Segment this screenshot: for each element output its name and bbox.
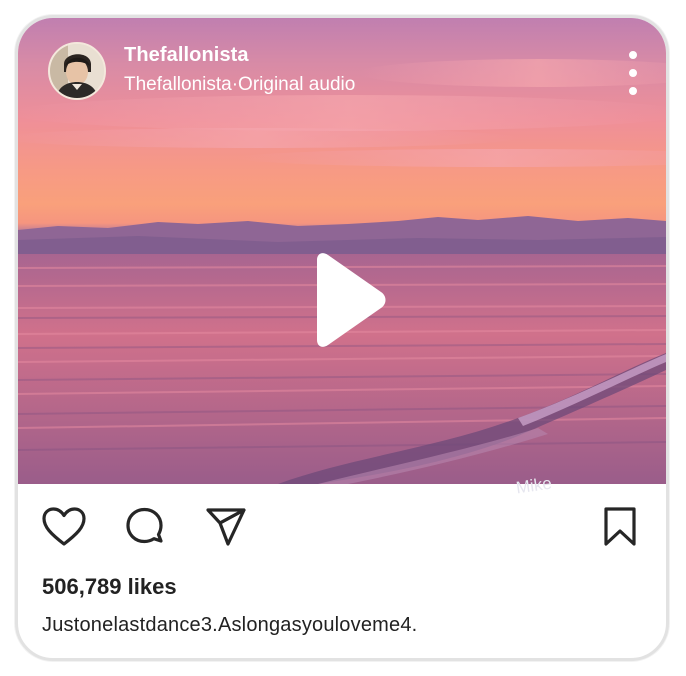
bookmark-icon bbox=[604, 507, 636, 546]
paper-plane-icon bbox=[206, 508, 246, 546]
audio-attribution[interactable]: Thefallonista·Original audio bbox=[124, 71, 355, 99]
vertical-ellipsis-icon bbox=[629, 51, 637, 59]
avatar[interactable] bbox=[48, 42, 106, 100]
post-card: Thefallonista Thefallonista·Original aud… bbox=[15, 15, 669, 661]
ellipsis-dot bbox=[629, 69, 637, 77]
post-header: Thefallonista Thefallonista·Original aud… bbox=[48, 42, 355, 100]
heart-icon bbox=[42, 507, 86, 546]
post-caption: Justonelastdance3.Aslongasyouloveme4. bbox=[42, 614, 418, 636]
more-options-button[interactable] bbox=[626, 51, 640, 95]
like-count[interactable]: 506,789 likes bbox=[42, 574, 177, 600]
ellipsis-dot bbox=[629, 87, 637, 95]
like-button[interactable] bbox=[40, 504, 88, 550]
comment-icon bbox=[126, 507, 163, 544]
share-button[interactable] bbox=[202, 504, 250, 550]
comment-button[interactable] bbox=[121, 504, 169, 550]
profile-photo-icon bbox=[50, 44, 104, 98]
username[interactable]: Thefallonista bbox=[124, 43, 355, 67]
user-meta: Thefallonista Thefallonista·Original aud… bbox=[124, 43, 355, 99]
save-button[interactable] bbox=[596, 504, 644, 550]
play-icon[interactable] bbox=[307, 252, 387, 348]
video-media[interactable]: Thefallonista Thefallonista·Original aud… bbox=[18, 18, 666, 484]
action-bar bbox=[18, 484, 666, 564]
